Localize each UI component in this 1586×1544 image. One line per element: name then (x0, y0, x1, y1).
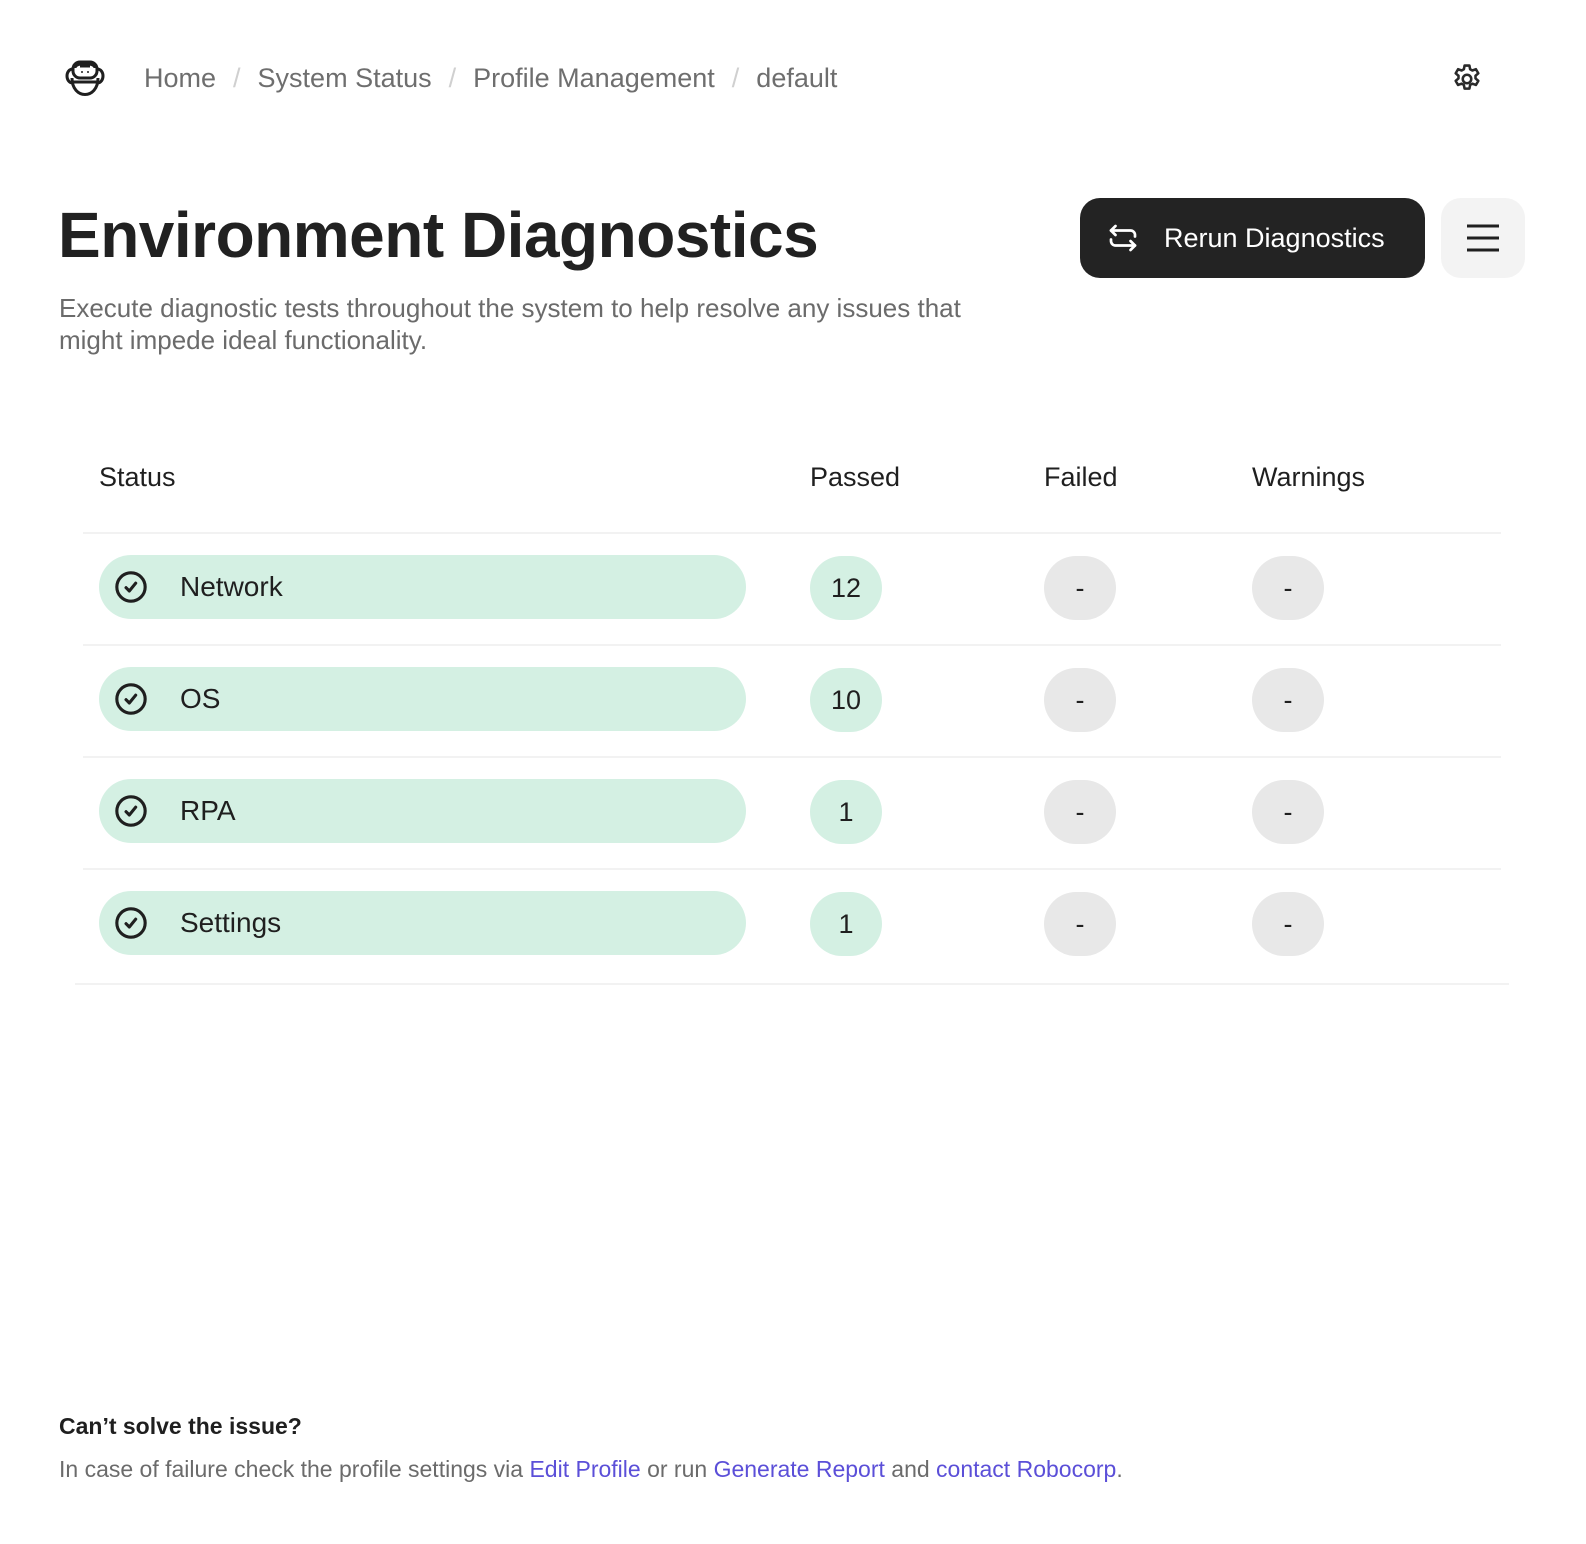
check-circle-icon (114, 570, 148, 604)
status-pill-rpa[interactable]: RPA (99, 779, 746, 843)
passed-count-badge: 1 (810, 780, 882, 844)
row-label: OS (180, 683, 221, 714)
warnings-count-badge: - (1252, 668, 1324, 732)
help-text-mid: and (884, 1456, 937, 1482)
page-description: Execute diagnostic tests throughout the … (59, 293, 961, 355)
page: Home / System Status / Profile Managemen… (0, 0, 1586, 1544)
failed-count-badge: - (1044, 892, 1116, 956)
warnings-count-badge: - (1252, 556, 1324, 620)
rerun-diagnostics-label: Rerun Diagnostics (1164, 222, 1385, 253)
status-pill-network[interactable]: Network (99, 555, 746, 619)
failed-count-badge: - (1044, 556, 1116, 620)
repeat-arrows-icon (1104, 219, 1142, 257)
table-row: RPA 1 - - (83, 758, 1501, 870)
edit-profile-link[interactable]: Edit Profile (529, 1456, 640, 1482)
help-text-prefix: In case of failure check the profile set… (59, 1456, 530, 1482)
help-text: In case of failure check the profile set… (59, 1456, 1123, 1483)
table-row: Settings 1 - - (83, 870, 1501, 982)
help-title: Can’t solve the issue? (59, 1413, 302, 1439)
row-label: RPA (180, 795, 236, 826)
warnings-count-badge: - (1252, 892, 1324, 956)
contact-robocorp-link[interactable]: contact Robocorp (936, 1456, 1116, 1482)
settings-button[interactable] (1448, 60, 1486, 98)
breadcrumb-separator: / (233, 62, 241, 93)
breadcrumb-default: default (756, 62, 838, 93)
warnings-count-badge: - (1252, 780, 1324, 844)
rerun-diagnostics-button[interactable]: Rerun Diagnostics (1080, 198, 1425, 278)
table-row: OS 10 - - (83, 646, 1501, 758)
row-label: Network (180, 571, 283, 602)
column-header-status: Status (99, 462, 176, 492)
help-text-mid: or run (640, 1456, 714, 1482)
passed-count-badge: 12 (810, 556, 882, 620)
check-circle-icon (114, 794, 148, 828)
table-header: Status Passed Failed Warnings (83, 440, 1501, 534)
gear-icon (1454, 64, 1480, 90)
breadcrumb-separator: / (731, 62, 740, 93)
column-header-failed: Failed (1044, 462, 1118, 492)
hamburger-menu-icon (1467, 224, 1499, 252)
table-bottom-divider (75, 983, 1509, 985)
passed-count-badge: 10 (810, 668, 882, 732)
check-circle-icon (114, 906, 148, 940)
passed-count-badge: 1 (810, 892, 882, 956)
header: Home / System Status / Profile Managemen… (60, 52, 1526, 104)
column-header-warnings: Warnings (1252, 462, 1366, 492)
row-label: Settings (180, 907, 282, 938)
generate-report-link[interactable]: Generate Report (714, 1456, 885, 1482)
breadcrumb-home[interactable]: Home (144, 63, 216, 94)
breadcrumb-separator: / (448, 62, 457, 93)
robocorp-logo-icon[interactable] (60, 53, 110, 103)
status-pill-os[interactable]: OS (99, 667, 746, 731)
page-title: Environment Diagnostics (58, 199, 819, 271)
breadcrumb: Home / System Status / Profile Managemen… (144, 63, 837, 94)
status-pill-settings[interactable]: Settings (99, 891, 746, 955)
check-circle-icon (114, 682, 148, 716)
column-header-passed: Passed (810, 462, 901, 492)
diagnostics-table: Status Passed Failed Warnings Network 12… (83, 440, 1501, 982)
breadcrumb-profile-management[interactable]: Profile Management (473, 63, 715, 94)
breadcrumb-system-status[interactable]: System Status (258, 63, 432, 94)
help-text-suffix: . (1116, 1456, 1123, 1482)
table-row: Network 12 - - (83, 534, 1501, 646)
menu-button[interactable] (1441, 198, 1525, 278)
failed-count-badge: - (1044, 668, 1116, 732)
failed-count-badge: - (1044, 780, 1116, 844)
